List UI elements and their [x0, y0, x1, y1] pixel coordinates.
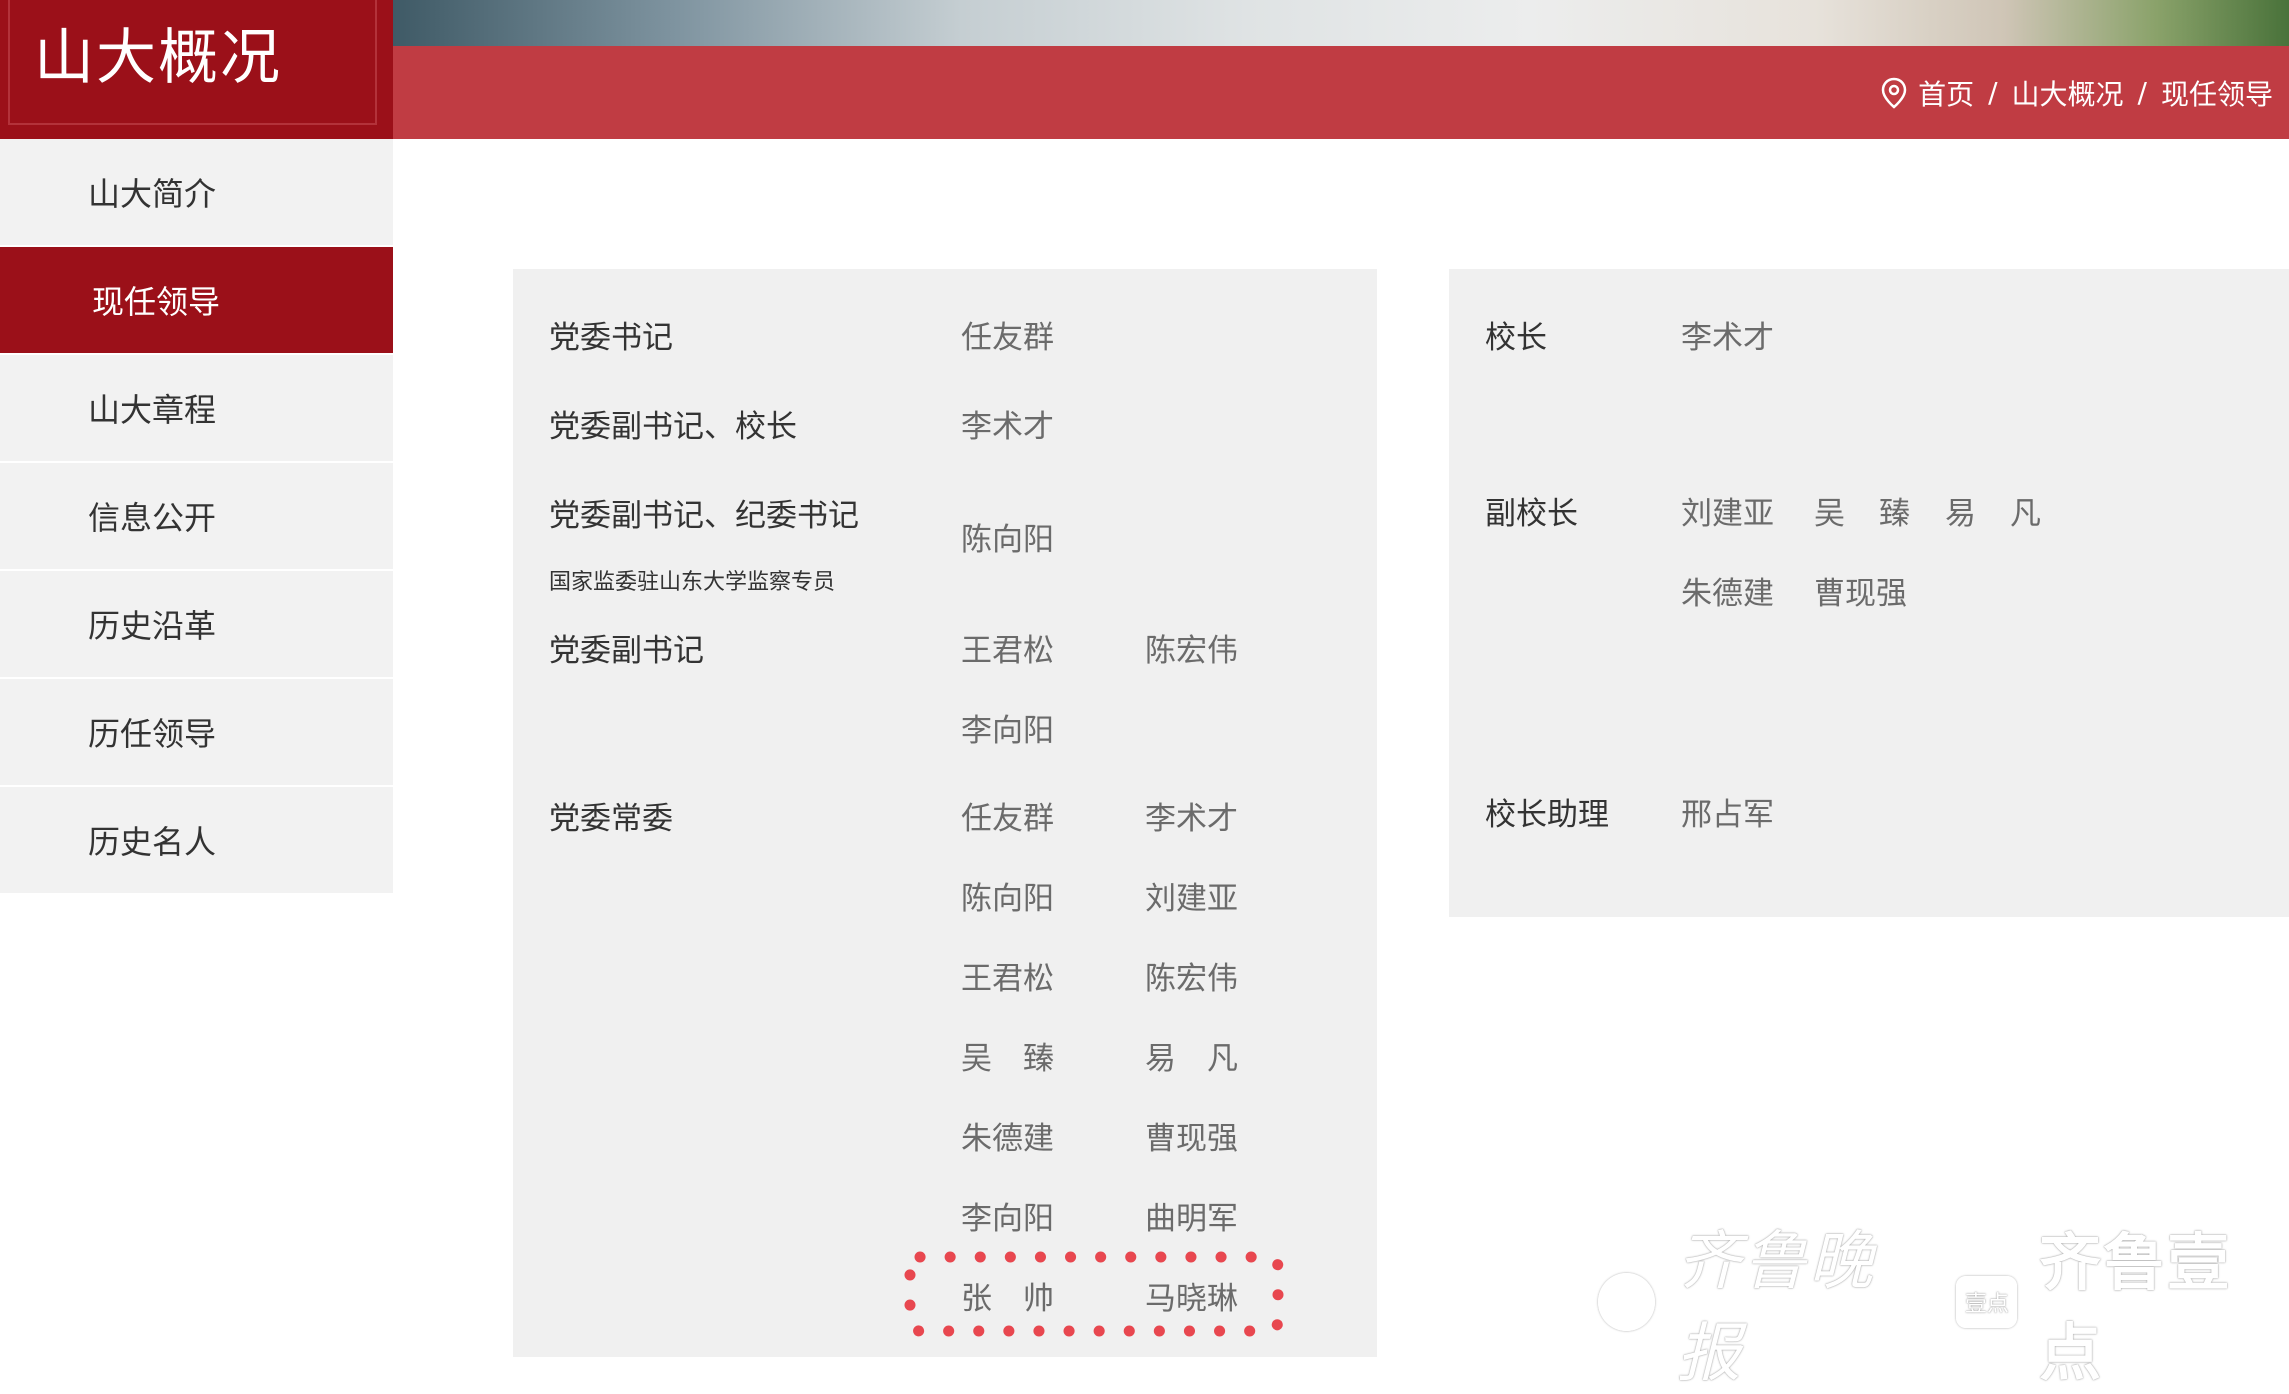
leader-name-link[interactable]: 李术才 [1681, 312, 1774, 357]
leader-name-link[interactable]: 王君松 [961, 625, 1054, 670]
leader-name-link[interactable]: 陈宏伟 [1145, 625, 1238, 670]
watermark-brand-text: 齐鲁晚报 [1676, 1225, 1875, 1391]
leader-name-link[interactable]: 李术才 [1145, 793, 1238, 838]
leader-name-link[interactable]: 陈宏伟 [1145, 953, 1238, 998]
breadcrumb-section-link[interactable]: 山大概况 [2012, 73, 2124, 113]
party-leadership-panel: 党委书记 任友群 党委副书记、校长 李术才 党委副书记、纪委书记 国家监委驻山东… [513, 269, 1377, 1357]
breadcrumb-separator: / [2137, 76, 2147, 109]
leader-name-link[interactable]: 朱德建 [1681, 568, 1774, 613]
leader-name-link[interactable]: 任友群 [961, 793, 1054, 838]
sidebar-item-history[interactable]: 历史沿革 [0, 571, 393, 679]
leader-name-link[interactable]: 刘建亚 [1681, 488, 1774, 533]
role-president-assistant: 校长助理 [1485, 797, 1609, 833]
sidebar-nav: 山大简介 现任领导 山大章程 信息公开 历史沿革 历任领导 历史名人 [0, 139, 393, 895]
leader-name-link[interactable]: 朱德建 [961, 1113, 1054, 1158]
leader-name-link[interactable]: 邢占军 [1681, 789, 1774, 834]
leader-name-link[interactable]: 刘建亚 [1145, 873, 1238, 918]
role-standing-committee: 党委常委 [549, 801, 673, 837]
leader-name-link[interactable]: 任友群 [961, 312, 1054, 357]
leader-name-link[interactable]: 李向阳 [961, 705, 1054, 750]
leader-name-link[interactable]: 凡 [2010, 488, 2041, 533]
section-title: 山大概况 [34, 23, 282, 93]
leader-name-link[interactable]: 李术才 [961, 401, 1054, 446]
watermark: 齐鲁晚报 壹点 齐鲁壹点 [1598, 1225, 2289, 1391]
banner-image [393, 0, 2289, 48]
role-party-secretary: 党委书记 [549, 320, 673, 356]
leader-name-link[interactable]: 吴 臻 [961, 1033, 1054, 1078]
sidebar-item-intro[interactable]: 山大简介 [0, 139, 393, 247]
role-vice-president: 副校长 [1485, 496, 1578, 532]
role-deputy-secretary-discipline: 党委副书记、纪委书记 [549, 498, 859, 534]
watermark-logo-icon [1598, 1273, 1655, 1331]
leader-name-link[interactable]: 臻 [1879, 488, 1910, 533]
leader-name-link[interactable]: 易 [1945, 488, 1976, 533]
role-deputy-secretary: 党委副书记 [549, 633, 704, 669]
sidebar-item-current-leaders[interactable]: 现任领导 [0, 247, 393, 355]
role-president: 校长 [1485, 320, 1547, 356]
leader-name-link[interactable]: 吴 [1814, 488, 1845, 533]
role-supervision-commissioner: 国家监委驻山东大学监察专员 [549, 570, 836, 595]
leader-name-link[interactable]: 易 凡 [1145, 1033, 1238, 1078]
role-deputy-secretary-president: 党委副书记、校长 [549, 409, 797, 445]
breadcrumb-current: 现任领导 [2160, 77, 2273, 111]
leader-name-link[interactable]: 王君松 [961, 953, 1054, 998]
sidebar-item-former-leaders[interactable]: 历任领导 [0, 679, 393, 787]
leader-name-link[interactable]: 曹现强 [1145, 1113, 1238, 1158]
sidebar-item-info-disclosure[interactable]: 信息公开 [0, 463, 393, 571]
section-title-block: 山大概况 [0, 0, 393, 139]
location-pin-icon [1880, 77, 1908, 109]
leader-name-link[interactable]: 曹现强 [1814, 568, 1907, 613]
administration-panel: 校长 李术才 副校长 刘建亚 吴 臻 易 凡 朱德建 曹现强 校长助理 邢占军 [1449, 269, 2289, 917]
breadcrumb: 首页 / 山大概况 / 现任领导 [1880, 46, 2273, 139]
breadcrumb-separator: / [1988, 76, 1998, 109]
watermark-box-icon: 壹点 [1956, 1276, 2018, 1328]
leader-name-link[interactable]: 曲明军 [1145, 1193, 1238, 1238]
sidebar-item-charter[interactable]: 山大章程 [0, 355, 393, 463]
watermark-brand-text-2: 齐鲁壹点 [2039, 1226, 2232, 1389]
sidebar-item-notable-figures[interactable]: 历史名人 [0, 787, 393, 895]
breadcrumb-home-link[interactable]: 首页 [1918, 73, 1974, 113]
leader-name-link[interactable]: 陈向阳 [961, 514, 1054, 559]
leader-name-link[interactable]: 陈向阳 [961, 873, 1054, 918]
leader-name-link[interactable]: 李向阳 [961, 1193, 1054, 1238]
dotted-highlight-box [904, 1251, 1284, 1337]
